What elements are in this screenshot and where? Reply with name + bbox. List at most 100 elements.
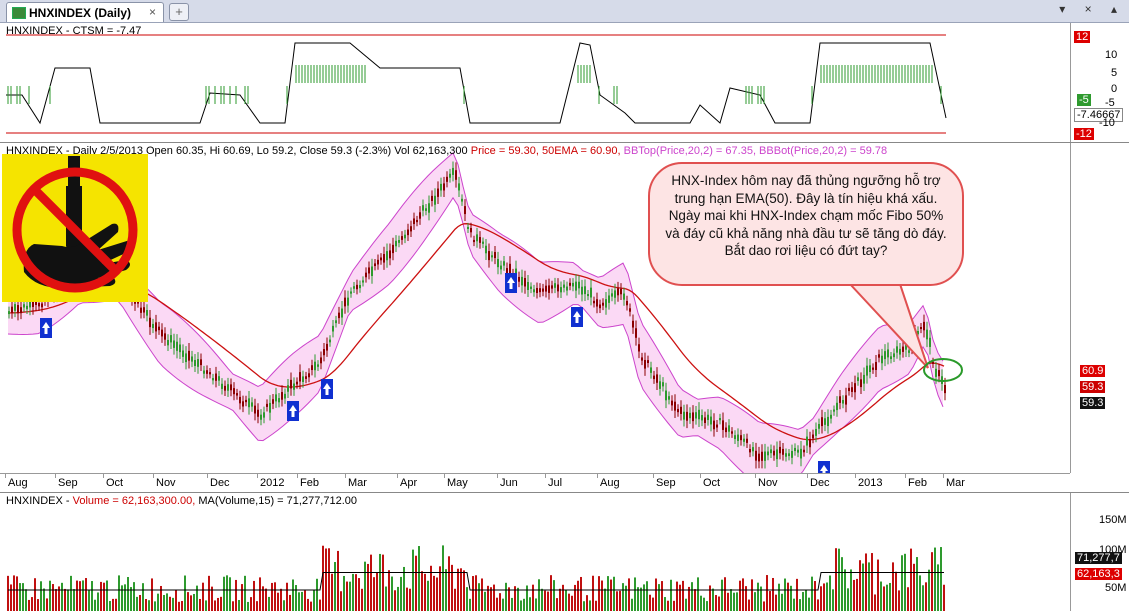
date-axis-tick xyxy=(397,474,398,478)
volume-bar xyxy=(172,597,174,611)
volume-bar xyxy=(142,583,144,611)
volume-bar xyxy=(199,598,201,611)
volume-bar xyxy=(592,575,594,611)
volume-bar xyxy=(40,581,42,611)
date-axis-tick xyxy=(943,474,944,478)
chart-tab[interactable]: HNXINDEX (Daily) × xyxy=(6,2,164,22)
volume-bar xyxy=(388,570,390,611)
volume-bar xyxy=(556,598,558,611)
volume-bar xyxy=(910,548,912,611)
volume-bar xyxy=(250,597,252,611)
volume-bar xyxy=(571,595,573,611)
volume-bar xyxy=(781,593,783,611)
volume-bar xyxy=(844,569,846,611)
volume-bar xyxy=(649,594,651,611)
volume-bar xyxy=(691,582,693,611)
volume-bar xyxy=(382,554,384,611)
volume-bar xyxy=(340,591,342,611)
new-tab-button[interactable]: + xyxy=(169,3,189,21)
volume-bar xyxy=(229,577,231,611)
volume-bar xyxy=(451,564,453,611)
volume-bar xyxy=(10,584,12,611)
volume-bar xyxy=(877,559,879,611)
volume-bar xyxy=(712,588,714,611)
volume-bar xyxy=(13,575,15,611)
volume-bar xyxy=(298,592,300,611)
date-axis-label: Nov xyxy=(758,477,778,489)
date-axis-label: Nov xyxy=(156,477,176,489)
volume-bar xyxy=(667,600,669,611)
volume-bar xyxy=(94,599,96,611)
volume-bar xyxy=(46,598,48,611)
volume-bar xyxy=(325,548,327,611)
date-axis-tick xyxy=(103,474,104,478)
volume-bar xyxy=(823,583,825,611)
volume-bar xyxy=(403,566,405,611)
volume-bar xyxy=(826,582,828,611)
volume-bar xyxy=(43,588,45,611)
volume-bar xyxy=(64,588,66,611)
volume-bar xyxy=(190,595,192,611)
date-axis-label: 2012 xyxy=(260,477,285,489)
volume-bar xyxy=(169,596,171,611)
ctsm-y-axis: 12 10 5 0 -5 -5 -7.46667 -10 -12 xyxy=(1070,23,1129,142)
volume-title-ma: MA(Volume,15) = 71,277,712.00 xyxy=(195,495,358,507)
volume-bar xyxy=(202,582,204,611)
volume-bar xyxy=(508,587,510,611)
date-axis-label: Sep xyxy=(656,477,676,489)
date-axis-tick xyxy=(653,474,654,478)
volume-bar xyxy=(394,590,396,611)
volume-bar xyxy=(739,580,741,611)
date-axis-label: Feb xyxy=(908,477,927,489)
volume-bar xyxy=(907,587,909,611)
window-controls[interactable]: ▾ × ▴ xyxy=(1059,2,1125,16)
volume-bar xyxy=(607,576,609,611)
volume-bar xyxy=(865,553,867,611)
volume-bar xyxy=(337,550,339,611)
volume-bar xyxy=(448,556,450,611)
volume-bar xyxy=(751,579,753,611)
volume-ma-badge: 71,277,7 xyxy=(1075,552,1122,564)
volume-bar xyxy=(439,566,441,611)
volume-bar xyxy=(166,593,168,611)
volume-bar xyxy=(526,585,528,611)
ctsm-tick: -10 xyxy=(1099,117,1115,129)
volume-bar xyxy=(676,581,678,611)
volume-bar xyxy=(445,569,447,611)
volume-bar xyxy=(475,575,477,611)
volume-bar xyxy=(715,595,717,611)
close-tab-icon[interactable]: × xyxy=(149,5,156,19)
volume-bar xyxy=(685,598,687,611)
volume-bar xyxy=(28,599,30,611)
volume-bar xyxy=(349,581,351,611)
volume-bar xyxy=(598,576,600,611)
volume-bar xyxy=(766,575,768,611)
volume-bar xyxy=(502,598,504,611)
date-axis-tick xyxy=(207,474,208,478)
volume-bar xyxy=(688,586,690,611)
volume-bar xyxy=(859,560,861,611)
volume-bar xyxy=(835,548,837,611)
volume-bar xyxy=(928,569,930,611)
volume-bar xyxy=(223,576,225,611)
volume-bar xyxy=(748,599,750,611)
ctsm-tick: 0 xyxy=(1111,83,1118,95)
volume-bar xyxy=(922,585,924,611)
volume-bar xyxy=(328,548,330,611)
volume-bar xyxy=(301,591,303,611)
date-axis-tick xyxy=(855,474,856,478)
volume-tick: 150M xyxy=(1099,514,1127,526)
price-badge: 59.3 xyxy=(1080,381,1106,393)
volume-y-axis: 150M 100M 71,277,7 62,163,3 50M xyxy=(1070,493,1129,611)
volume-bar xyxy=(934,547,936,611)
volume-bar xyxy=(856,578,858,611)
volume-bar xyxy=(115,598,117,611)
volume-bar xyxy=(346,581,348,611)
volume-bar xyxy=(406,587,408,611)
volume-bar xyxy=(841,557,843,611)
volume-bar xyxy=(139,595,141,611)
volume-bar xyxy=(316,578,318,611)
volume-bar xyxy=(277,592,279,611)
volume-bar xyxy=(118,575,120,611)
volume-bar xyxy=(163,594,165,611)
